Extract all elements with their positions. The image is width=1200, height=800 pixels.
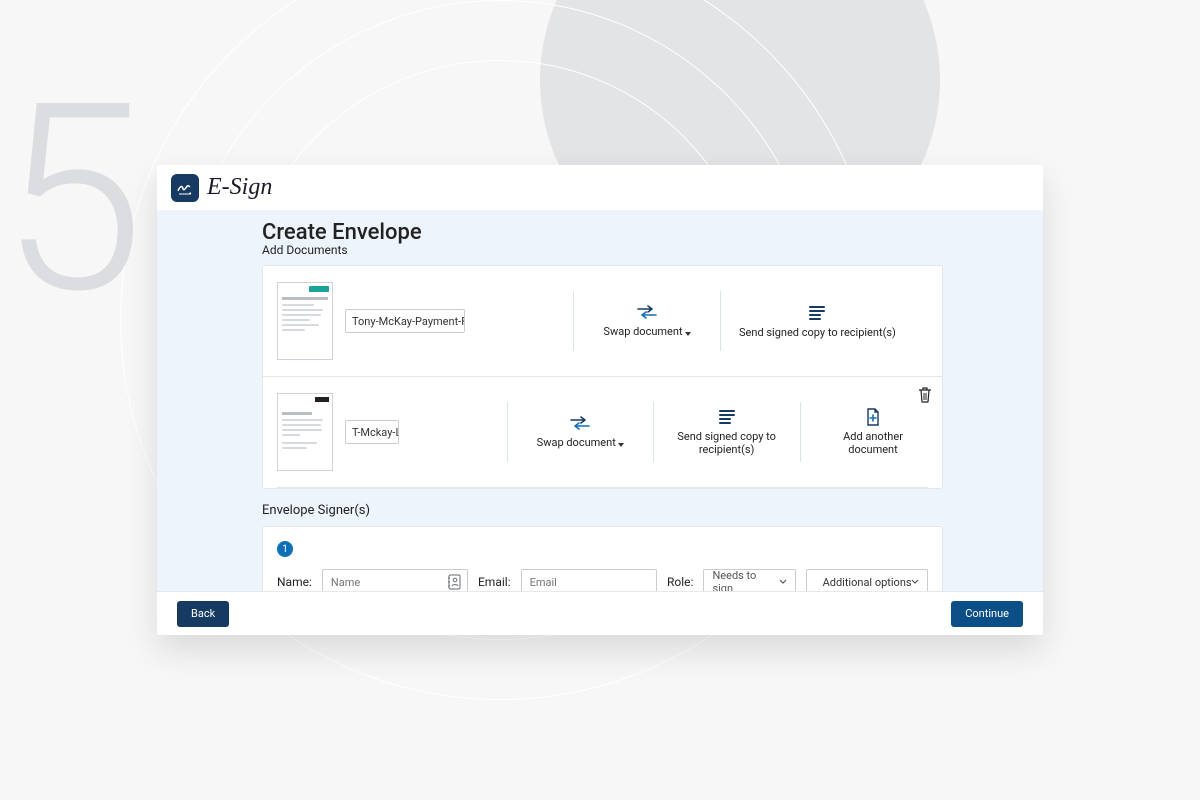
add-document-action[interactable]: Add another document	[818, 408, 928, 456]
add-document-label: Add another document	[818, 430, 928, 456]
document-name: T-Mckay-Letting-Agreem	[352, 426, 399, 439]
signer-card: 1 Name: Email: Role: Needs to sign	[262, 526, 943, 591]
continue-button[interactable]: Continue	[951, 601, 1023, 627]
swap-document-action[interactable]: Swap document	[525, 414, 635, 450]
app-window: E-Sign Create Envelope Add Documents Ton…	[157, 165, 1043, 635]
additional-options-select[interactable]: Additional options	[806, 569, 928, 591]
swap-icon	[569, 414, 591, 432]
send-copy-action[interactable]: Send signed copy to recipient(s)	[739, 304, 896, 339]
divider	[277, 487, 928, 488]
chevron-down-icon	[685, 326, 691, 339]
add-document-icon	[865, 408, 881, 426]
page-subtitle: Add Documents	[262, 243, 943, 257]
swap-icon	[636, 303, 658, 321]
chevron-down-icon	[779, 579, 787, 585]
document-name-field[interactable]: T-Mckay-Letting-Agreem	[345, 420, 399, 444]
document-name-field[interactable]: Tony-McKay-Payment-Fo	[345, 309, 465, 333]
role-value: Needs to sign	[712, 569, 779, 591]
document-row: Tony-McKay-Payment-Fo Swap document Send…	[263, 266, 942, 376]
role-label: Role:	[667, 575, 693, 589]
signer-form-row: Name: Email: Role: Needs to sign	[277, 569, 928, 591]
trash-icon	[918, 387, 932, 403]
swap-document-action[interactable]: Swap document	[592, 303, 702, 339]
documents-card: Tony-McKay-Payment-Fo Swap document Send…	[262, 265, 943, 489]
role-select[interactable]: Needs to sign	[703, 569, 796, 591]
chevron-down-icon	[911, 579, 919, 585]
send-copy-label: Send signed copy to recipient(s)	[739, 326, 896, 339]
send-copy-action[interactable]: Send signed copy to recipient(s)	[672, 408, 782, 456]
swap-document-label: Swap document	[603, 325, 682, 338]
delete-document-button[interactable]	[918, 387, 932, 403]
logo-badge	[171, 174, 199, 202]
step-number: 5	[0, 70, 134, 330]
document-row: T-Mckay-Letting-Agreem Swap document Sen…	[263, 376, 942, 487]
divider	[573, 291, 574, 351]
send-copy-label: Send signed copy to recipient(s)	[672, 430, 782, 456]
contact-book-icon[interactable]	[447, 574, 461, 590]
name-input[interactable]	[322, 569, 468, 591]
email-input[interactable]	[521, 569, 657, 591]
document-thumbnail[interactable]	[277, 393, 333, 471]
bottombar: Back Continue	[157, 591, 1043, 635]
email-label: Email:	[478, 575, 511, 589]
chevron-down-icon	[618, 437, 624, 450]
topbar: E-Sign	[157, 165, 1043, 210]
back-button[interactable]: Back	[177, 601, 229, 627]
signer-index-badge: 1	[277, 541, 293, 557]
document-lines-icon	[808, 304, 826, 322]
document-lines-icon	[718, 408, 736, 426]
name-label: Name:	[277, 575, 312, 589]
signature-icon	[176, 179, 194, 197]
divider	[720, 291, 721, 351]
document-thumbnail[interactable]	[277, 282, 333, 360]
brand-name: E-Sign	[207, 174, 272, 201]
signers-section-title: Envelope Signer(s)	[262, 503, 943, 518]
content-area: Create Envelope Add Documents Tony-McKay…	[157, 210, 1043, 591]
page-title: Create Envelope	[262, 220, 943, 245]
document-name: Tony-McKay-Payment-Fo	[352, 315, 465, 328]
additional-options-label: Additional options	[823, 576, 912, 589]
swap-document-label: Swap document	[537, 436, 616, 449]
